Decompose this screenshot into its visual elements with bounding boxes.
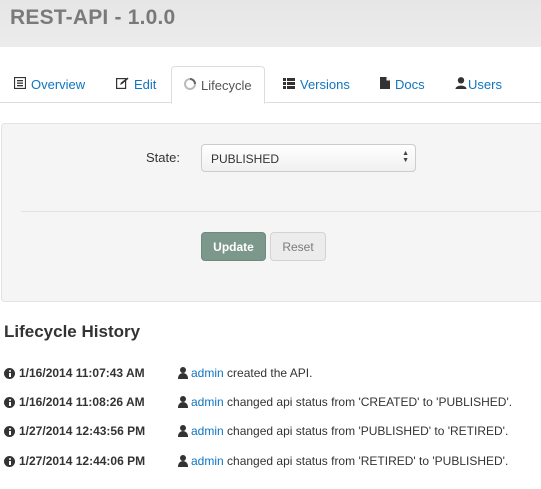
- history-entry: 1/16/2014 11:07:43 AM admin created the …: [4, 366, 541, 382]
- versions-list-icon: [283, 77, 295, 92]
- history-text: admin changed api status from 'RETIRED' …: [191, 454, 508, 468]
- form-divider: [21, 211, 541, 212]
- state-label: State:: [146, 150, 180, 165]
- page-header: REST-API - 1.0.0: [0, 0, 541, 47]
- history-user-link[interactable]: admin: [191, 395, 224, 409]
- document-icon: [380, 77, 390, 92]
- info-icon: [4, 456, 15, 467]
- history-time: 1/16/2014 11:08:26 AM: [19, 395, 145, 409]
- page-title: REST-API - 1.0.0: [10, 6, 176, 29]
- user-icon: [455, 77, 467, 92]
- history-time: 1/16/2014 11:07:43 AM: [19, 366, 145, 380]
- tab-label: Docs: [395, 77, 425, 92]
- history-message: changed api status from 'CREATED' to 'PU…: [227, 395, 513, 409]
- history-time: 1/27/2014 12:44:06 PM: [19, 454, 146, 468]
- history-message: changed api status from 'PUBLISHED' to '…: [227, 424, 509, 438]
- spinner-icon: [184, 77, 196, 93]
- info-icon: [4, 426, 15, 437]
- select-arrows-icon: ▲ ▼: [402, 150, 409, 164]
- history-user-link[interactable]: admin: [191, 424, 224, 438]
- tab-label: Lifecycle: [201, 77, 252, 93]
- history-message: created the API.: [227, 366, 313, 380]
- user-icon: [177, 455, 189, 468]
- tab-docs[interactable]: Docs: [380, 66, 425, 103]
- info-icon: [4, 368, 15, 379]
- history-entry: 1/27/2014 12:43:56 PM admin changed api …: [4, 424, 541, 440]
- list-icon: [13, 76, 27, 92]
- history-entry: 1/27/2014 12:44:06 PM admin changed api …: [4, 454, 541, 470]
- update-button[interactable]: Update: [201, 232, 266, 261]
- tab-users[interactable]: Users: [455, 66, 502, 103]
- tab-label: Overview: [31, 77, 86, 92]
- history-message: changed api status from 'RETIRED' to 'PU…: [227, 454, 509, 468]
- reset-button[interactable]: Reset: [270, 232, 326, 261]
- tab-edit[interactable]: Edit: [116, 66, 156, 103]
- history-text: admin created the API.: [191, 366, 312, 380]
- user-icon: [177, 425, 189, 438]
- state-select[interactable]: PUBLISHED ▲ ▼: [201, 144, 416, 172]
- history-user-link[interactable]: admin: [191, 366, 224, 380]
- history-time: 1/27/2014 12:43:56 PM: [19, 424, 146, 438]
- tab-versions[interactable]: Versions: [283, 66, 350, 103]
- history-title: Lifecycle History: [4, 322, 141, 341]
- tab-label: Versions: [300, 77, 350, 92]
- tab-label: Edit: [134, 77, 157, 92]
- edit-icon: [116, 77, 129, 92]
- tab-overview[interactable]: Overview: [13, 66, 86, 103]
- history-text: admin changed api status from 'PUBLISHED…: [191, 424, 508, 438]
- history-entry: 1/16/2014 11:08:26 AM admin changed api …: [4, 395, 541, 411]
- tab-label: Users: [468, 77, 502, 92]
- user-icon: [177, 367, 189, 380]
- tab-bar: Overview Edit Lifecycle Versions Docs Us…: [0, 66, 541, 104]
- state-select-value: PUBLISHED: [211, 152, 280, 166]
- history-text: admin changed api status from 'CREATED' …: [191, 395, 512, 409]
- user-icon: [177, 396, 189, 409]
- info-icon: [4, 397, 15, 408]
- tab-lifecycle[interactable]: Lifecycle: [171, 66, 265, 104]
- history-user-link[interactable]: admin: [191, 454, 224, 468]
